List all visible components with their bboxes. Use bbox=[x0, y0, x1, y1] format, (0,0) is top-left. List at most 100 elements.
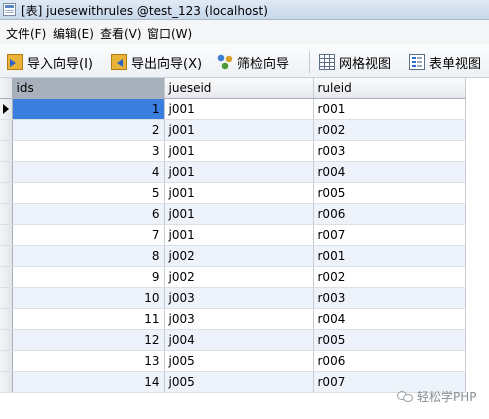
column-header-ids[interactable]: ids bbox=[12, 78, 165, 99]
row-selector[interactable] bbox=[0, 266, 13, 288]
cell-ids[interactable]: 8 bbox=[12, 245, 165, 267]
cell-ids[interactable]: 14 bbox=[12, 371, 165, 393]
table-row[interactable]: 9 j002 r002 bbox=[0, 266, 466, 288]
row-selector[interactable] bbox=[0, 350, 13, 372]
row-selector[interactable] bbox=[0, 245, 13, 267]
export-icon bbox=[111, 54, 127, 70]
cell-jueseid[interactable]: j001 bbox=[164, 98, 314, 120]
cell-ids[interactable]: 11 bbox=[12, 308, 165, 330]
cell-jueseid[interactable]: j004 bbox=[164, 329, 314, 351]
toolbar-separator bbox=[309, 51, 310, 73]
cell-ruleid[interactable]: r007 bbox=[313, 224, 466, 246]
row-selector[interactable] bbox=[0, 119, 13, 141]
table-row[interactable]: 6 j001 r006 bbox=[0, 203, 466, 225]
cell-ids[interactable]: 13 bbox=[12, 350, 165, 372]
row-selector[interactable] bbox=[0, 98, 13, 120]
cell-ids[interactable]: 3 bbox=[12, 140, 165, 162]
row-selector[interactable] bbox=[0, 140, 13, 162]
table-row[interactable]: 12 j004 r005 bbox=[0, 329, 466, 351]
column-header-jueseid[interactable]: jueseid bbox=[164, 78, 314, 99]
table-icon bbox=[3, 3, 16, 16]
cell-ruleid[interactable]: r001 bbox=[313, 245, 466, 267]
cell-jueseid[interactable]: j001 bbox=[164, 224, 314, 246]
cell-ids[interactable]: 1 bbox=[12, 98, 165, 120]
row-selector[interactable] bbox=[0, 161, 13, 183]
import-icon bbox=[7, 54, 23, 70]
form-view-button[interactable]: 表单视图 bbox=[409, 52, 481, 72]
cell-ids[interactable]: 12 bbox=[12, 329, 165, 351]
row-selector[interactable] bbox=[0, 287, 13, 309]
import-wizard-button[interactable]: 导入向导(I) bbox=[7, 52, 93, 72]
cell-ids[interactable]: 6 bbox=[12, 203, 165, 225]
cell-ids[interactable]: 10 bbox=[12, 287, 165, 309]
cell-ids[interactable]: 2 bbox=[12, 119, 165, 141]
cell-jueseid[interactable]: j001 bbox=[164, 182, 314, 204]
cell-jueseid[interactable]: j001 bbox=[164, 203, 314, 225]
menu-window[interactable]: 窗口(W) bbox=[147, 25, 192, 42]
export-wizard-button[interactable]: 导出向导(X) bbox=[111, 52, 202, 72]
cell-jueseid[interactable]: j005 bbox=[164, 350, 314, 372]
data-grid: ids jueseid ruleid 1 j001 r001 2 j001 r002 3 j0… bbox=[0, 78, 466, 393]
cell-jueseid[interactable]: j001 bbox=[164, 119, 314, 141]
table-row[interactable]: 7 j001 r007 bbox=[0, 224, 466, 246]
wechat-icon bbox=[397, 389, 414, 403]
cell-ruleid[interactable]: r005 bbox=[313, 182, 466, 204]
cell-ruleid[interactable]: r005 bbox=[313, 329, 466, 351]
cell-ruleid[interactable]: r006 bbox=[313, 203, 466, 225]
filter-icon bbox=[217, 54, 233, 70]
cell-jueseid[interactable]: j001 bbox=[164, 140, 314, 162]
menu-file[interactable]: 文件(F) bbox=[6, 25, 46, 42]
table-row[interactable]: 10 j003 r003 bbox=[0, 287, 466, 309]
table-row[interactable]: 4 j001 r004 bbox=[0, 161, 466, 183]
row-selector[interactable] bbox=[0, 371, 13, 393]
window-title: [表] juesewithrules @test_123 (localhost) bbox=[21, 4, 268, 18]
import-wizard-label: 导入向导(I) bbox=[27, 56, 93, 72]
corner-header[interactable] bbox=[0, 78, 13, 99]
cell-ruleid[interactable]: r006 bbox=[313, 350, 466, 372]
title-bar: [表] juesewithrules @test_123 (localhost) bbox=[0, 0, 489, 20]
cell-ruleid[interactable]: r004 bbox=[313, 308, 466, 330]
cell-ruleid[interactable]: r004 bbox=[313, 161, 466, 183]
row-selector[interactable] bbox=[0, 203, 13, 225]
filter-wizard-button[interactable]: 筛检向导 bbox=[217, 52, 289, 72]
filter-wizard-label: 筛检向导 bbox=[237, 56, 290, 72]
cell-ruleid[interactable]: r003 bbox=[313, 287, 466, 309]
cell-jueseid[interactable]: j003 bbox=[164, 308, 314, 330]
cell-ruleid[interactable]: r002 bbox=[313, 119, 466, 141]
table-row[interactable]: 13 j005 r006 bbox=[0, 350, 466, 372]
watermark-text: 轻松学PHP bbox=[417, 389, 477, 404]
table-row[interactable]: 11 j003 r004 bbox=[0, 308, 466, 330]
grid-view-label: 网格视图 bbox=[339, 56, 392, 72]
watermark: 轻松学PHP bbox=[397, 387, 477, 405]
cell-ids[interactable]: 9 bbox=[12, 266, 165, 288]
row-selector[interactable] bbox=[0, 224, 13, 246]
row-selector[interactable] bbox=[0, 182, 13, 204]
cell-jueseid[interactable]: j002 bbox=[164, 266, 314, 288]
cell-ruleid[interactable]: r001 bbox=[313, 98, 466, 120]
cell-jueseid[interactable]: j003 bbox=[164, 287, 314, 309]
cell-ids[interactable]: 4 bbox=[12, 161, 165, 183]
row-selector[interactable] bbox=[0, 308, 13, 330]
cell-ids[interactable]: 7 bbox=[12, 224, 165, 246]
table-row[interactable]: 14 j005 r007 bbox=[0, 371, 466, 393]
cell-ruleid[interactable]: r002 bbox=[313, 266, 466, 288]
table-row[interactable]: 3 j001 r003 bbox=[0, 140, 466, 162]
cell-ids[interactable]: 5 bbox=[12, 182, 165, 204]
toolbar: 导入向导(I) 导出向导(X) 筛检向导 网格视图 表单视图 bbox=[0, 44, 489, 78]
table-row[interactable]: 1 j001 r001 bbox=[0, 98, 466, 120]
cell-ruleid[interactable]: r003 bbox=[313, 140, 466, 162]
header-row: ids jueseid ruleid bbox=[0, 78, 466, 99]
row-selector[interactable] bbox=[0, 329, 13, 351]
form-view-label: 表单视图 bbox=[429, 56, 482, 72]
grid-view-icon bbox=[319, 54, 335, 70]
grid-view-button[interactable]: 网格视图 bbox=[319, 52, 391, 72]
cell-jueseid[interactable]: j005 bbox=[164, 371, 314, 393]
table-row[interactable]: 8 j002 r001 bbox=[0, 245, 466, 267]
cell-jueseid[interactable]: j001 bbox=[164, 161, 314, 183]
table-row[interactable]: 5 j001 r005 bbox=[0, 182, 466, 204]
menu-view[interactable]: 查看(V) bbox=[100, 25, 142, 42]
table-row[interactable]: 2 j001 r002 bbox=[0, 119, 466, 141]
menu-edit[interactable]: 编辑(E) bbox=[53, 25, 94, 42]
column-header-ruleid[interactable]: ruleid bbox=[313, 78, 466, 99]
cell-jueseid[interactable]: j002 bbox=[164, 245, 314, 267]
